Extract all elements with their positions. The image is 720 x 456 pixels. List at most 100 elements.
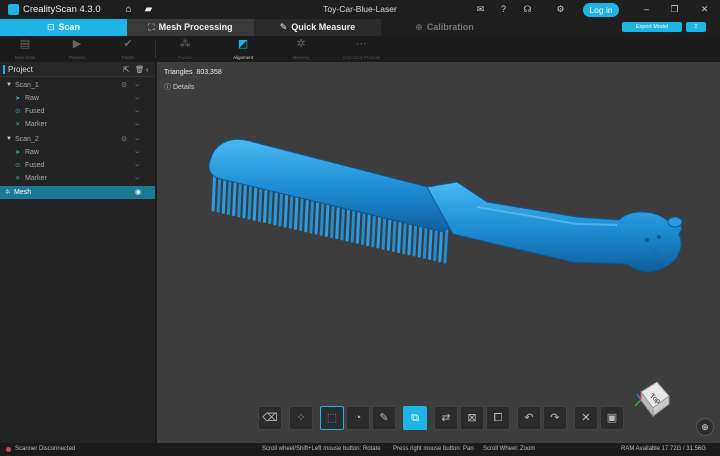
redo-button[interactable]: ↷ (543, 406, 567, 430)
points-icon: ⁘ (296, 412, 306, 424)
message-icon[interactable]: ✉ (474, 3, 487, 16)
undo-button[interactable]: ↶ (517, 406, 541, 430)
x-icon: ✕ (581, 412, 591, 424)
help-icon[interactable]: ? (497, 3, 510, 16)
handle-eye (657, 235, 661, 239)
close-icon[interactable]: ✕ (698, 3, 711, 16)
rect-select-button[interactable]: ⬚ (320, 406, 344, 430)
scan-toolbar: ▤ New Scan ▶ Preview ✔ Finish ⁂ Fusion ◩ Alig… (0, 36, 720, 62)
scan-settings-icon[interactable]: ⚙ (121, 133, 127, 146)
visibility-off-icon[interactable]: ⌣ (135, 105, 140, 118)
fused-icon: ⊙ (15, 108, 21, 115)
minimize-icon[interactable]: – (640, 3, 653, 16)
marker-icon: ✕ (15, 175, 21, 182)
visibility-off-icon[interactable]: ⌣ (135, 146, 140, 159)
brush-icon: ✎ (379, 412, 389, 424)
hint-rotate: Scroll wheel/Shift+Left mouse button: Ro… (262, 446, 381, 452)
mesh-star-icon: ✲ (5, 189, 11, 196)
tab-mesh-processing[interactable]: ⛶ Mesh Processing (127, 19, 254, 36)
toolbar-divider (155, 40, 156, 58)
one-click-process-button[interactable]: ⋯ One-Click Process (343, 38, 380, 61)
connected-icon: ⧉ (411, 412, 419, 424)
main-tabs: ⊡ Scan ⛶ Mesh Processing ✎ Quick Measure ⊕ C… (0, 19, 720, 36)
visibility-off-icon[interactable]: ⌣ (135, 118, 140, 131)
connected-select-button[interactable]: ⧉ (403, 406, 427, 430)
eraser-button[interactable]: ⌫ (258, 406, 282, 430)
settings-icon[interactable]: ⚙ (554, 3, 567, 16)
project-title: Project (8, 65, 33, 74)
tree-item-marker[interactable]: ✕ Marker ⌣ (0, 118, 155, 131)
crosshair-icon: ⊕ (701, 422, 709, 432)
alignment-button[interactable]: ◩ Alignment (225, 38, 261, 61)
tree-item-raw[interactable]: ➤ Raw ⌣ (0, 146, 155, 159)
tree-item-fused[interactable]: ⊙ Fused ⌣ (0, 159, 155, 172)
visibility-off-icon[interactable]: ⌣ (135, 79, 140, 92)
mesh-model[interactable]: Top (157, 62, 720, 443)
visibility-off-icon[interactable]: ⌣ (135, 159, 140, 172)
save-button[interactable]: ▣ (600, 406, 624, 430)
home-icon[interactable]: ⌂ (122, 3, 135, 16)
preview-button[interactable]: ▶ Preview (59, 38, 95, 61)
comb-handle (426, 181, 682, 272)
new-scan-button[interactable]: ▤ New Scan (7, 38, 43, 61)
tree-item-mesh[interactable]: ✲ Mesh ◉ (0, 186, 155, 199)
one-click-icon: ⋯ (355, 38, 367, 50)
redo-icon: ↷ (550, 412, 560, 424)
share-icon[interactable]: ⇪ (686, 22, 706, 32)
scan-icon: ⊡ (46, 22, 55, 32)
raw-icon: ➤ (15, 149, 21, 156)
status-bar: Scanner Disconnected Scroll wheel/Shift+… (0, 443, 720, 456)
expand-arrow-icon[interactable]: ▼ (6, 79, 12, 92)
visibility-off-icon[interactable]: ⌣ (135, 92, 140, 105)
scanner-status-dot (6, 447, 11, 452)
login-button[interactable]: Log in (583, 3, 619, 17)
tree-item-scan-2[interactable]: ▼ Scan_2 ⚙ ⌣ (0, 133, 155, 146)
lasso-select-button[interactable]: ◔ (346, 406, 370, 430)
tab-scan[interactable]: ⊡ Scan (0, 19, 127, 36)
expand-arrow-icon[interactable]: ▼ (6, 133, 12, 146)
reset-view-button[interactable]: ⊕ (696, 418, 714, 436)
lasso-icon: ◔ (354, 412, 362, 424)
clear-selection-button[interactable]: ⊠ (460, 406, 484, 430)
tree-item-raw[interactable]: ➤ Raw ⌣ (0, 92, 155, 105)
delete-icon[interactable]: 🗑 (135, 65, 145, 74)
export-project-icon[interactable]: ⇱ (123, 65, 129, 74)
tree-item-fused[interactable]: ⊙ Fused ⌣ (0, 105, 155, 118)
eraser-icon: ⌫ (262, 412, 278, 424)
fusion-button[interactable]: ⁂ Fusion (167, 38, 203, 61)
tab-calibration[interactable]: ⊕ Calibration (381, 19, 508, 36)
fused-icon: ⊙ (15, 162, 21, 169)
alignment-icon: ◩ (237, 38, 249, 50)
raw-icon: ➤ (15, 95, 21, 102)
visibility-on-icon[interactable]: ◉ (135, 186, 141, 199)
scan-settings-icon[interactable]: ⚙ (121, 79, 127, 92)
visibility-off-icon[interactable]: ⌣ (135, 133, 140, 146)
brush-select-button[interactable]: ✎ (372, 406, 396, 430)
restore-icon[interactable]: ❐ (668, 3, 681, 16)
3d-viewport[interactable]: Triangles 803,358 ⓘ Details Top ⌫ ⁘ ⬚ ◔ … (157, 62, 720, 443)
select-all-button[interactable]: ⧠ (486, 406, 510, 430)
delete-selection-button[interactable]: ✕ (574, 406, 598, 430)
select-points-button[interactable]: ⁘ (289, 406, 313, 430)
project-panel-header: Project ⇱ 🗑 ‹ (0, 62, 155, 77)
tree-item-scan-1[interactable]: ▼ Scan_1 ⚙ ⌣ (0, 79, 155, 92)
folder-icon[interactable]: ▰ (142, 3, 155, 16)
meshing-button[interactable]: ✲ Meshing (283, 38, 319, 61)
finish-button[interactable]: ✔ Finish (110, 38, 146, 61)
tree-item-marker[interactable]: ✕ Marker ⌣ (0, 172, 155, 185)
headset-icon[interactable]: ☊ (521, 3, 534, 16)
scanner-status: Scanner Disconnected (15, 446, 76, 452)
app-name: CrealityScan 4.3.0 (23, 4, 101, 15)
export-model-button[interactable]: Export Model (622, 22, 682, 32)
collapse-panel-icon[interactable]: ‹ (146, 65, 149, 74)
handle-eye (645, 238, 649, 242)
project-panel: Project ⇱ 🗑 ‹ ▼ Scan_1 ⚙ ⌣ ➤ Raw ⌣ ⊙ Fus… (0, 62, 155, 443)
visibility-off-icon[interactable]: ⌣ (135, 172, 140, 185)
view-cube[interactable]: Top (634, 381, 670, 418)
select-all-icon: ⧠ (493, 412, 503, 424)
invert-selection-button[interactable]: ⇄ (434, 406, 458, 430)
marker-icon: ✕ (15, 121, 21, 128)
tab-quick-measure[interactable]: ✎ Quick Measure (254, 19, 381, 36)
meshing-icon: ✲ (296, 38, 306, 50)
clear-icon: ⊠ (467, 412, 477, 424)
